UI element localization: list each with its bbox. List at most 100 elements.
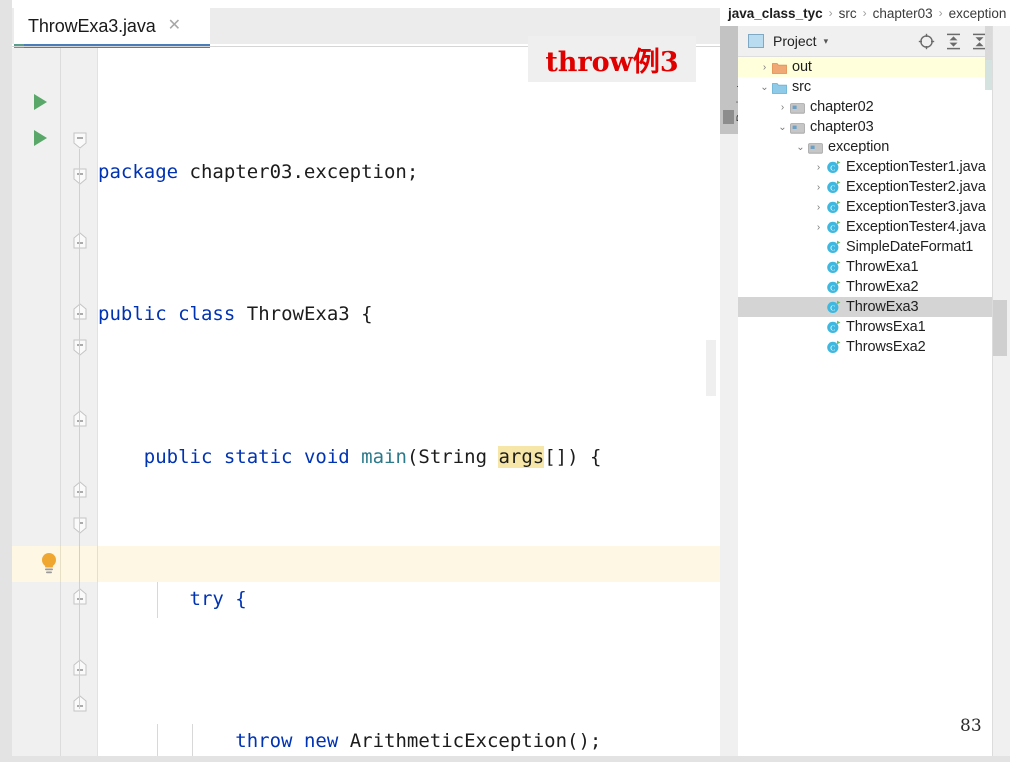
run-method-icon[interactable]	[34, 130, 47, 146]
fold-marker-expanded-3[interactable]	[73, 339, 87, 356]
code-line-3[interactable]: public static void main(String args[]) {	[98, 440, 720, 476]
token-keyword-public-2: public	[143, 445, 213, 468]
fold-marker-end-1[interactable]	[73, 232, 87, 249]
tree-item-label: SimpleDateFormat1	[846, 239, 974, 255]
token-keyword-static: static	[223, 445, 293, 468]
token-main-params-post: []) {	[544, 445, 602, 468]
project-tree[interactable]: › out ⌄ src › chapter02 ⌄ chapter03 ⌄ ex…	[738, 57, 992, 387]
tree-item-label: exception	[828, 139, 890, 155]
tree-item-throwexa2[interactable]: C ThrowExa2	[738, 277, 992, 297]
tree-item-exception[interactable]: ⌄ exception	[738, 137, 992, 157]
svg-text:C: C	[830, 243, 835, 252]
tool-window-drag-handle[interactable]	[723, 110, 734, 124]
token-main-params-pre: (String	[406, 445, 499, 468]
tree-item-throwexa3-selected[interactable]: C ThrowExa3	[738, 297, 992, 317]
tree-item-simpledateformat1[interactable]: C SimpleDateFormat1	[738, 237, 992, 257]
token-class-name: ThrowExa3 {	[246, 303, 373, 326]
code-line-5[interactable]: throw new ArithmeticException();	[98, 724, 720, 756]
tree-item-throwexa1[interactable]: C ThrowExa1	[738, 257, 992, 277]
chevron-right-icon[interactable]: ›	[812, 217, 825, 237]
java-class-icon: C	[825, 237, 842, 257]
caption-text: throw例3	[545, 46, 679, 78]
token-keyword-void: void	[303, 445, 350, 468]
svg-text:C: C	[830, 163, 835, 172]
close-icon[interactable]: ✕	[168, 18, 181, 34]
tree-item-exceptiontester3[interactable]: › C ExceptionTester3.java	[738, 197, 992, 217]
fold-marker-expanded-4[interactable]	[73, 517, 87, 534]
java-class-icon: C	[825, 197, 842, 217]
token-keyword-try-1: try {	[189, 587, 247, 610]
chevron-right-icon[interactable]: ›	[812, 157, 825, 177]
breadcrumb-item-chapter03[interactable]: chapter03	[873, 6, 933, 21]
fold-marker-end-6[interactable]	[73, 659, 87, 676]
tree-item-src[interactable]: ⌄ src	[738, 77, 992, 97]
chevron-right-icon: ›	[828, 6, 833, 20]
chevron-right-icon[interactable]: ›	[758, 57, 771, 77]
tree-item-label: out	[792, 59, 812, 75]
editor-gutter[interactable]	[12, 48, 60, 756]
tree-item-label: ExceptionTester3.java	[846, 199, 986, 215]
svg-text:C: C	[830, 303, 835, 312]
panel-scrollbar-track[interactable]	[992, 26, 1010, 756]
token-keyword-public-1: public	[98, 303, 167, 326]
svg-text:C: C	[830, 223, 835, 232]
editor-tab-label: ThrowExa3.java	[28, 15, 156, 36]
page-margin-bottom	[0, 756, 1010, 762]
tree-item-exceptiontester2[interactable]: › C ExceptionTester2.java	[738, 177, 992, 197]
run-class-icon[interactable]	[34, 94, 47, 110]
tree-item-label: ThrowExa3	[846, 299, 919, 315]
intention-bulb-icon[interactable]	[38, 551, 60, 575]
chevron-down-icon[interactable]: ⌄	[794, 137, 807, 157]
code-content[interactable]: package chapter03.exception; public clas…	[98, 48, 720, 756]
tree-item-chapter03[interactable]: ⌄ chapter03	[738, 117, 992, 137]
tree-item-out[interactable]: › out	[738, 57, 992, 77]
tree-item-label: ThrowExa2	[846, 279, 919, 295]
code-line-4[interactable]: try {	[98, 581, 720, 618]
panel-scrollbar-thumb[interactable]	[993, 300, 1007, 356]
svg-text:C: C	[830, 323, 835, 332]
caption-overlay: throw例3	[528, 36, 696, 82]
tree-item-chapter02[interactable]: › chapter02	[738, 97, 992, 117]
fold-marker-expanded-1[interactable]	[73, 132, 87, 149]
tree-item-label: src	[792, 79, 812, 95]
page-number: 83	[960, 716, 982, 736]
tree-item-exceptiontester1[interactable]: › C ExceptionTester1.java	[738, 157, 992, 177]
chevron-right-icon[interactable]: ›	[812, 197, 825, 217]
code-line-1[interactable]: package chapter03.exception;	[98, 155, 720, 191]
editor-scrollbar-thumb[interactable]	[706, 340, 716, 396]
expand-all-icon[interactable]	[946, 33, 961, 50]
fold-marker-end-5[interactable]	[73, 588, 87, 605]
svg-text:C: C	[830, 343, 835, 352]
chevron-down-icon[interactable]: ⌄	[758, 77, 771, 97]
chevron-down-icon[interactable]: ⌄	[776, 117, 789, 137]
chevron-right-icon[interactable]: ›	[776, 97, 789, 117]
editor-tab-throwexa3[interactable]: ThrowExa3.java ✕	[14, 8, 210, 44]
fold-marker-end-4[interactable]	[73, 481, 87, 498]
breadcrumb-item-src[interactable]: src	[839, 6, 857, 21]
locate-target-icon[interactable]	[918, 33, 935, 50]
gutter-divider	[60, 48, 61, 756]
chevron-right-icon[interactable]: ›	[812, 177, 825, 197]
breadcrumb-item-exception[interactable]: exception	[949, 6, 1007, 21]
package-icon	[789, 97, 806, 117]
fold-marker-expanded-2[interactable]	[73, 168, 87, 185]
breadcrumb-root[interactable]: java_class_tyc	[728, 6, 823, 21]
java-class-icon: C	[825, 257, 842, 277]
java-class-icon: C	[825, 177, 842, 197]
tree-item-label: ThrowsExa2	[846, 339, 926, 355]
java-class-icon: C	[825, 317, 842, 337]
tree-item-exceptiontester4[interactable]: › C ExceptionTester4.java	[738, 217, 992, 237]
tree-item-throwsexa2[interactable]: C ThrowsExa2	[738, 337, 992, 357]
tree-item-throwsexa1[interactable]: C ThrowsExa1	[738, 317, 992, 337]
chevron-right-icon: ›	[862, 6, 867, 20]
token-keyword-new-1: new	[303, 730, 339, 753]
fold-marker-end-3[interactable]	[73, 410, 87, 427]
code-line-2[interactable]: public class ThrowExa3 {	[98, 297, 720, 333]
tree-item-label: chapter03	[810, 119, 874, 135]
fold-marker-end-7[interactable]	[73, 695, 87, 712]
fold-marker-end-2[interactable]	[73, 303, 87, 320]
chevron-down-icon[interactable]: ▾	[824, 36, 829, 47]
folder-orange-icon	[771, 57, 788, 77]
breadcrumb[interactable]: java_class_tyc › src › chapter03 › excep…	[720, 0, 1010, 26]
token-method-main: main	[361, 445, 407, 468]
